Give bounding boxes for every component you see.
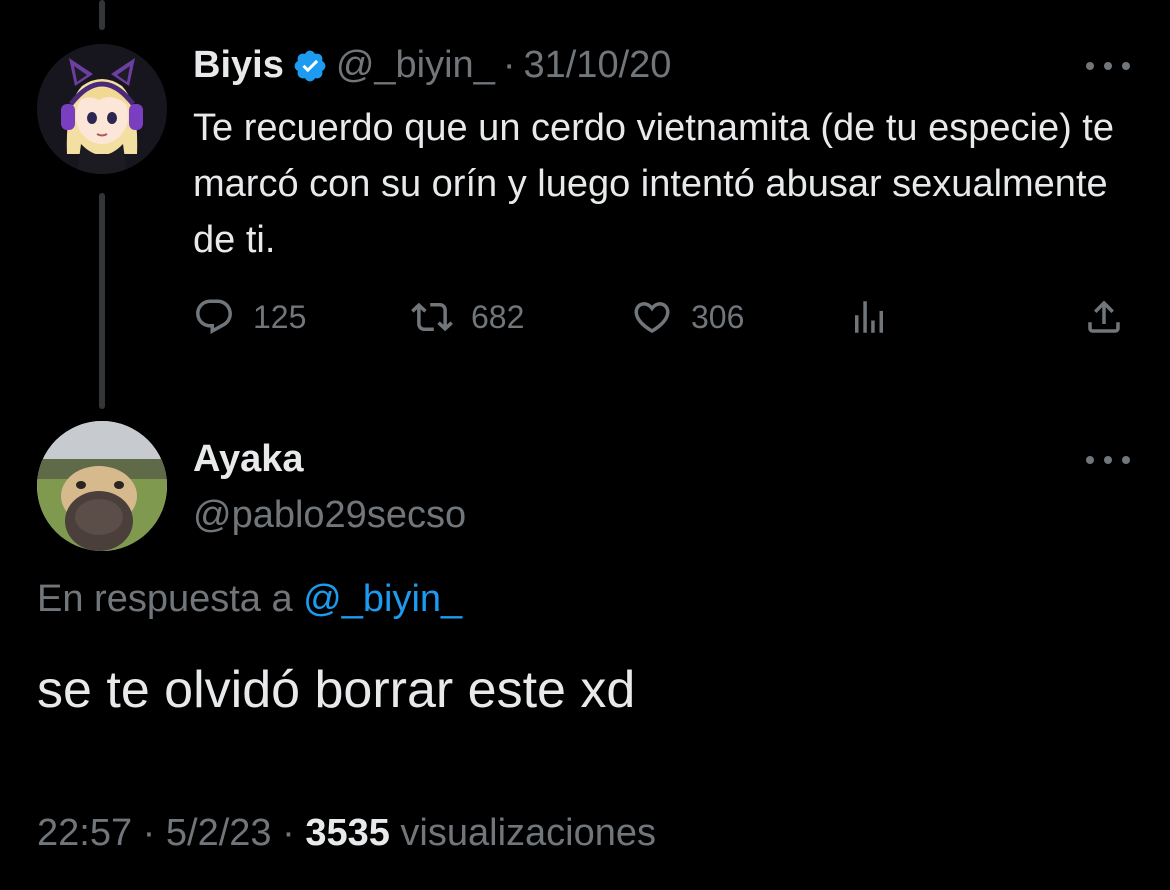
parent-tweet-header: Biyis @_biyin_ · 31/10/20 — [193, 44, 671, 87]
thread-line-connector — [99, 193, 105, 409]
share-button[interactable] — [1083, 296, 1125, 338]
separator-dot: · — [282, 812, 295, 854]
reply-icon — [196, 299, 232, 334]
views-button[interactable] — [848, 296, 890, 338]
retweet-button[interactable]: 682 — [411, 296, 524, 338]
tweet-date[interactable]: 31/10/20 — [523, 44, 671, 87]
retweet-icon — [411, 302, 453, 332]
views-label: visualizaciones — [400, 812, 656, 854]
thread-line-top — [99, 0, 105, 30]
tweet-time[interactable]: 22:57 — [37, 812, 132, 854]
in-reply-to: En respuesta a @_biyin_ — [37, 578, 462, 621]
separator-dot: · — [502, 44, 516, 86]
avatar-ayaka-image — [37, 421, 167, 551]
like-button[interactable]: 306 — [631, 296, 744, 338]
tweet-date[interactable]: 5/2/23 — [166, 812, 272, 854]
display-name[interactable]: Biyis — [193, 44, 284, 87]
reply-tweet-text: se te olvidó borrar este xd — [37, 661, 636, 719]
more-icon[interactable] — [1086, 450, 1130, 470]
reply-button[interactable]: 125 — [193, 296, 306, 338]
separator-dot: · — [142, 812, 156, 854]
retweet-count: 682 — [471, 298, 525, 335]
views-icon — [855, 301, 883, 333]
avatar-biyis[interactable] — [37, 44, 167, 174]
parent-tweet-text: Te recuerdo que un cerdo vietnamita (de … — [193, 107, 1114, 261]
reply-display-name[interactable]: Ayaka — [193, 438, 304, 481]
views-count: 3535 — [305, 812, 390, 854]
tweet-actions-bar: 125 682 306 — [193, 296, 1133, 346]
verified-badge-icon — [294, 50, 326, 81]
share-icon — [1088, 300, 1120, 333]
reply-count: 125 — [253, 298, 307, 335]
reply-handle[interactable]: @pablo29secso — [193, 494, 466, 537]
like-count: 306 — [691, 298, 745, 335]
avatar-ayaka[interactable] — [37, 421, 167, 551]
avatar-biyis-image — [37, 44, 167, 174]
tweet-metadata: 22:57 · 5/2/23 · 3535 visualizaciones — [37, 812, 656, 855]
like-icon — [634, 302, 670, 334]
in-reply-prefix: En respuesta a — [37, 578, 293, 620]
more-icon[interactable] — [1086, 56, 1130, 76]
in-reply-handle-link[interactable]: @_biyin_ — [303, 578, 462, 620]
handle[interactable]: @_biyin_ — [336, 44, 495, 87]
